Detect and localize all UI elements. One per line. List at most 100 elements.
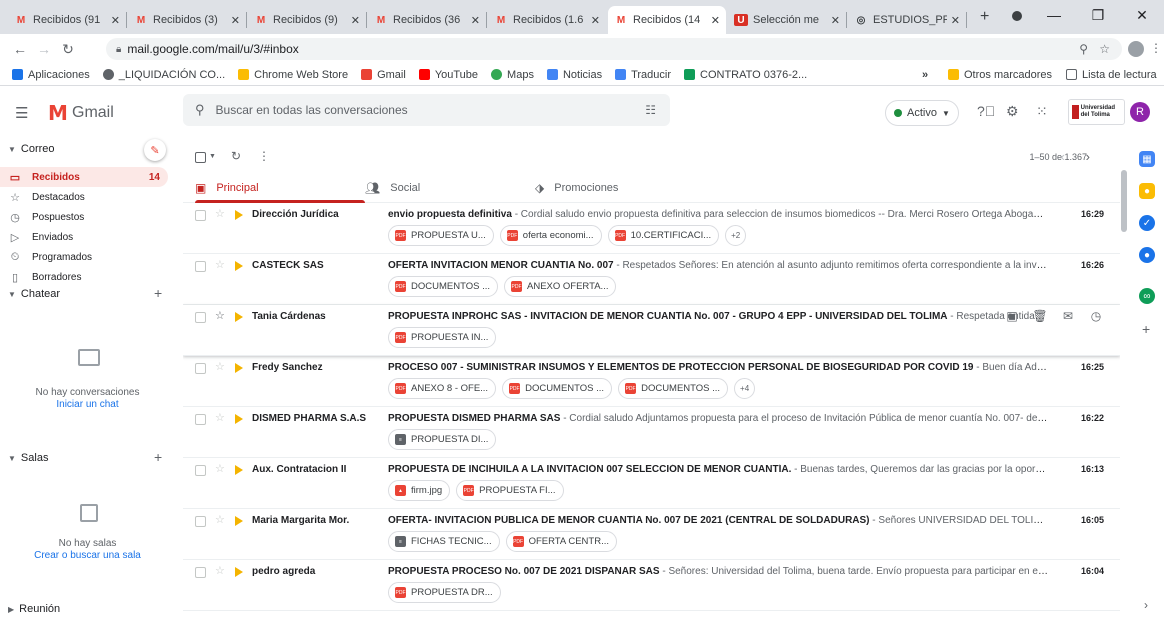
email-row[interactable]: ☆ CASTECK SAS OFERTA INVITACION MENOR CUAN… xyxy=(183,254,1120,305)
start-chat-link[interactable]: Iniciar un chat xyxy=(0,399,175,410)
email-row[interactable]: ☆ Tania Cárdenas PROPUESTA INPROHC SAS - I… xyxy=(183,305,1120,356)
attachment-chip[interactable]: ≡ FICHAS TECNIC... xyxy=(388,531,500,552)
list-scrollbar[interactable] xyxy=(1120,170,1128,621)
back-icon[interactable]: ← xyxy=(8,41,32,57)
close-tab-icon[interactable]: ✕ xyxy=(831,14,840,27)
help-icon[interactable]: ?⃝ xyxy=(977,103,995,119)
reload-icon[interactable]: ↻ xyxy=(56,41,80,58)
next-page-icon[interactable]: › xyxy=(1086,149,1090,164)
compose-button[interactable]: ✎ xyxy=(144,139,166,161)
settings-gear-icon[interactable]: ⚙ xyxy=(1006,103,1019,120)
browser-tab[interactable]: U Selección me ✕ xyxy=(728,6,846,34)
attachment-chip[interactable]: ≡ PROPUESTA DI... xyxy=(388,429,497,450)
star-icon[interactable]: ☆ xyxy=(215,462,225,475)
attachment-chip[interactable]: PDF ANEXO OFERTA... xyxy=(504,276,617,297)
attachment-chip[interactable]: PDF PROPUESTA IN... xyxy=(388,327,497,348)
bookmark-item[interactable]: Noticias xyxy=(546,69,602,81)
tab-social[interactable]: 👥︎ Social xyxy=(365,173,535,203)
bookmark-item[interactable]: Chrome Web Store xyxy=(238,69,348,81)
sidebar-item-programados[interactable]: ⏲ Programados xyxy=(0,247,168,267)
browser-tab[interactable]: M Recibidos (91 ✕ xyxy=(8,6,126,34)
bookmarks-overflow-icon[interactable]: » xyxy=(922,69,928,81)
star-icon[interactable]: ☆ xyxy=(215,207,225,220)
keep-icon[interactable]: ● xyxy=(1139,183,1155,199)
gmail-logo-icon[interactable]: M xyxy=(48,101,68,125)
status-selector[interactable]: Activo ▼ xyxy=(885,100,959,126)
email-row[interactable]: ☆ Dirección Jurídica envio propuesta defin… xyxy=(183,203,1120,254)
bookmark-item[interactable]: Maps xyxy=(491,69,534,81)
contacts-icon[interactable]: ● xyxy=(1139,247,1155,263)
star-icon[interactable]: ☆ xyxy=(215,564,225,577)
close-tab-icon[interactable]: ✕ xyxy=(711,14,720,27)
row-checkbox[interactable] xyxy=(195,516,206,527)
add-addon-icon[interactable]: + xyxy=(1142,321,1150,337)
bookmark-item[interactable]: _LIQUIDACIÓN CO... xyxy=(102,69,225,81)
archive-icon[interactable]: ▣ xyxy=(998,309,1026,323)
snooze-icon[interactable]: ◷ xyxy=(1082,309,1110,323)
attachment-chip[interactable]: PDF DOCUMENTOS ... xyxy=(502,378,613,399)
browser-tab[interactable]: M Recibidos (1.6 ✕ xyxy=(488,6,606,34)
importance-marker-icon[interactable] xyxy=(235,414,243,424)
close-window-icon[interactable]: ✕ xyxy=(1120,7,1164,24)
close-tab-icon[interactable]: ✕ xyxy=(471,14,480,27)
mail-section-header[interactable]: ▼ Correo xyxy=(8,143,55,155)
email-row[interactable]: ☆ Aux. Contratacion II PROPUESTA DE INCIHU… xyxy=(183,458,1120,509)
scrollbar-thumb[interactable] xyxy=(1121,170,1127,232)
attachment-chip[interactable]: PDF oferta economi... xyxy=(499,225,602,246)
more-attachments-badge[interactable]: +2 xyxy=(725,225,747,246)
zoom-icon[interactable]: ⚲ xyxy=(1079,42,1088,56)
importance-marker-icon[interactable] xyxy=(235,312,243,322)
row-checkbox[interactable] xyxy=(195,465,206,476)
tab-promociones[interactable]: ⬗ Promociones xyxy=(535,173,705,203)
sidebar-item-destacados[interactable]: ☆ Destacados xyxy=(0,187,168,207)
star-icon[interactable]: ☆ xyxy=(215,513,225,526)
account-avatar[interactable]: R xyxy=(1130,102,1150,122)
sidebar-item-recibidos[interactable]: ▭ Recibidos 14 xyxy=(0,167,168,187)
browser-tab[interactable]: M Recibidos (9) ✕ xyxy=(248,6,366,34)
attachment-chip[interactable]: PDF PROPUESTA DR... xyxy=(388,582,501,603)
new-tab-button[interactable]: + xyxy=(980,8,989,26)
attachment-chip[interactable]: PDF OFERTA CENTR... xyxy=(505,531,618,552)
search-options-icon[interactable]: ☷ xyxy=(645,103,656,117)
add-room-icon[interactable]: + xyxy=(154,449,162,465)
create-room-link[interactable]: Crear o buscar una sala xyxy=(0,550,175,561)
meet-addon-icon[interactable]: ∞ xyxy=(1139,288,1155,304)
rooms-section-header[interactable]: ▼ Salas xyxy=(8,452,48,464)
meet-section-header[interactable]: ▶ Reunión xyxy=(8,603,60,615)
attachment-chip[interactable]: PDF 10.CERTIFICACI... xyxy=(607,225,720,246)
bookmark-item[interactable]: Gmail xyxy=(361,69,406,81)
importance-marker-icon[interactable] xyxy=(235,516,243,526)
sidebar-item-enviados[interactable]: ▷ Enviados xyxy=(0,227,168,247)
search-icon[interactable]: ⚲ xyxy=(195,102,205,118)
browser-tab[interactable]: ◎ ESTUDIOS_PR ✕ xyxy=(848,6,966,34)
close-tab-icon[interactable]: ✕ xyxy=(111,14,120,27)
importance-marker-icon[interactable] xyxy=(235,210,243,220)
sidebar-item-borradores[interactable]: ▯ Borradores xyxy=(0,267,168,287)
star-icon[interactable]: ☆ xyxy=(215,309,225,322)
row-checkbox[interactable] xyxy=(195,414,206,425)
browser-tab[interactable]: M Recibidos (14 ✕ xyxy=(608,6,726,34)
more-attachments-badge[interactable]: +4 xyxy=(734,378,756,399)
email-row[interactable]: ☆ Fredy Sanchez PROCESO 007 - SUMINISTRAR … xyxy=(183,356,1120,407)
browser-tab[interactable]: M Recibidos (3) ✕ xyxy=(128,6,246,34)
chat-section-header[interactable]: ▼ Chatear xyxy=(8,288,60,300)
star-icon[interactable]: ☆ xyxy=(215,258,225,271)
attachment-chip[interactable]: PDF DOCUMENTOS ... xyxy=(618,378,729,399)
expand-panel-icon[interactable]: › xyxy=(1144,598,1148,612)
row-checkbox[interactable] xyxy=(195,210,206,221)
apps-grid-icon[interactable]: ⁙ xyxy=(1036,103,1048,120)
minimize-icon[interactable]: — xyxy=(1032,7,1076,23)
browser-menu-icon[interactable]: ⋮ xyxy=(1150,41,1162,55)
close-tab-icon[interactable]: ✕ xyxy=(351,14,360,27)
row-checkbox[interactable] xyxy=(195,312,206,323)
profile-icon[interactable] xyxy=(1012,11,1022,21)
reading-list[interactable]: Lista de lectura xyxy=(1066,69,1157,81)
star-icon[interactable]: ☆ xyxy=(215,411,225,424)
select-all-checkbox[interactable] xyxy=(195,152,206,163)
tasks-icon[interactable]: ✓ xyxy=(1139,215,1155,231)
delete-icon[interactable]: 🗑︎ xyxy=(1026,309,1054,323)
extension-icon[interactable] xyxy=(1128,41,1144,57)
browser-tab[interactable]: M Recibidos (36 ✕ xyxy=(368,6,486,34)
bookmark-item[interactable]: YouTube xyxy=(418,69,478,81)
email-row[interactable]: ☆ pedro agreda PROPUESTA PROCESO No. 007 D… xyxy=(183,560,1120,611)
